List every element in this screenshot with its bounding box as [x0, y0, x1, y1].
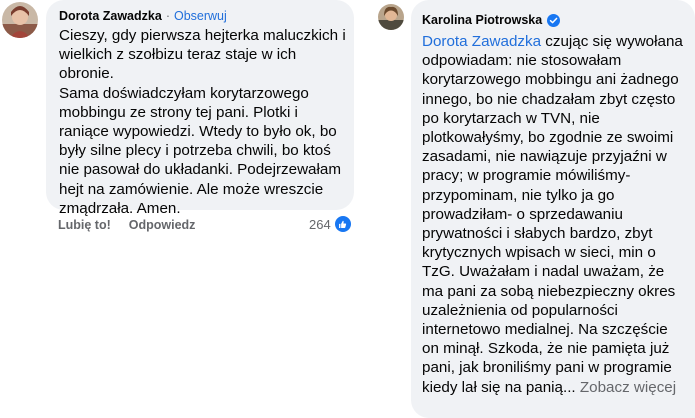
avatar-dorota[interactable] — [2, 2, 38, 38]
author-name[interactable]: Dorota Zawadzka — [59, 9, 162, 23]
separator-dot: · — [165, 9, 170, 23]
comment-header: Dorota Zawadzka · Obserwuj — [59, 9, 227, 23]
comment-paragraph: Dorota Zawadzka czując się wywołana odpo… — [422, 32, 685, 397]
comment-body: Dorota Zawadzka czując się wywołana odpo… — [422, 32, 685, 397]
comment-actions: Lubię to! Odpowiedz — [58, 218, 195, 232]
user-avatar-photo-icon — [378, 4, 404, 30]
mention-link[interactable]: Dorota Zawadzka — [422, 33, 541, 50]
thumbs-up-icon — [334, 216, 351, 232]
follow-link[interactable]: Obserwuj — [174, 9, 227, 23]
like-button[interactable]: Lubię to! — [58, 218, 111, 232]
comment-bubble-dorota: Dorota Zawadzka · Obserwuj Cieszy, gdy p… — [46, 0, 354, 217]
comment-paragraph: Cieszy, gdy pierwsza hejterka maluczkich… — [59, 27, 346, 83]
verified-badge-icon — [547, 13, 561, 27]
comment-body: Cieszy, gdy pierwsza hejterka maluczkich… — [59, 26, 349, 218]
comment-header: Karolina Piotrowska — [422, 13, 561, 27]
reply-button[interactable]: Odpowiedz — [129, 218, 196, 232]
reaction-count: 264 — [309, 216, 331, 232]
reaction-summary[interactable]: 264 — [309, 216, 351, 232]
comment-bubble-karolina: Karolina Piotrowska Dorota Zawadzka czuj… — [411, 0, 695, 418]
comment-paragraph: Sama doświadczyłam korytarzowego mobbing… — [59, 84, 341, 217]
avatar-karolina[interactable] — [378, 4, 404, 30]
user-avatar-photo-icon — [2, 2, 38, 38]
comment-text: czując się wywołana odpowiadam: nie stos… — [422, 33, 683, 396]
author-name[interactable]: Karolina Piotrowska — [422, 13, 542, 27]
see-more-link[interactable]: Zobacz więcej — [580, 379, 676, 396]
